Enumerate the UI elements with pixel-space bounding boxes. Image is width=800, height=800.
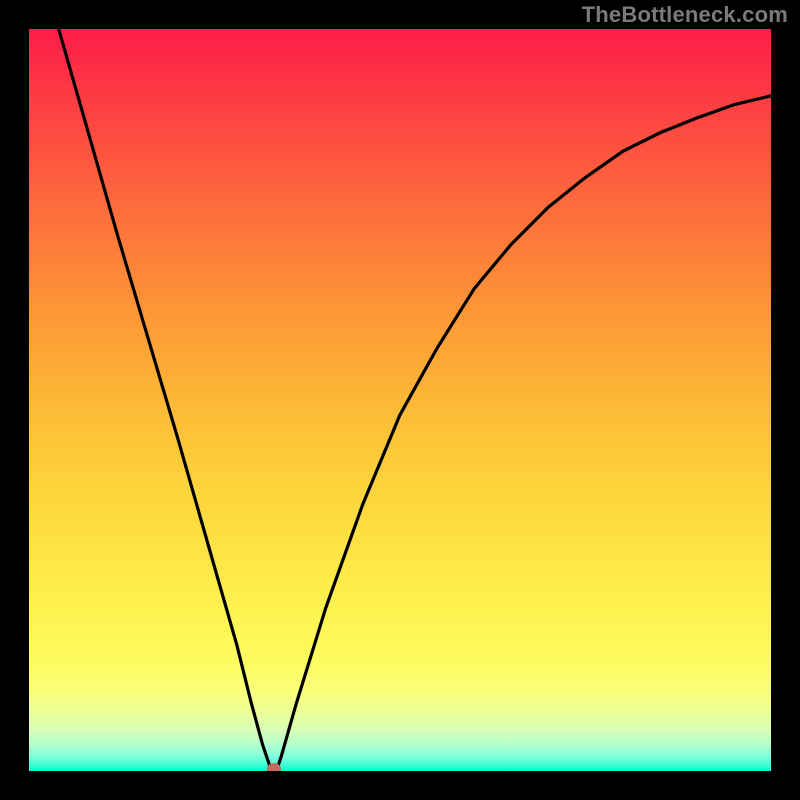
- optimum-marker: [267, 763, 281, 771]
- chart-frame: TheBottleneck.com: [0, 0, 800, 800]
- curve-path: [59, 29, 771, 771]
- watermark-text: TheBottleneck.com: [582, 2, 788, 28]
- bottleneck-curve: [29, 29, 771, 771]
- plot-area: [29, 29, 771, 771]
